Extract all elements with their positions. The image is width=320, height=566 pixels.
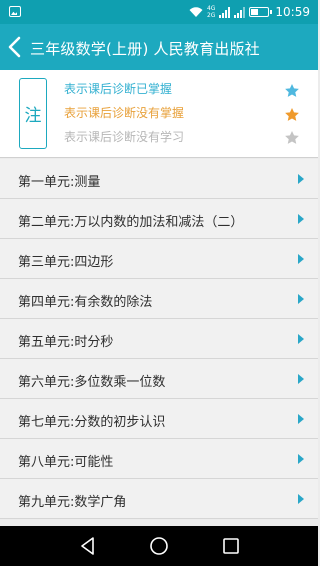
battery-fill	[251, 9, 259, 15]
app-header: 三年级数学(上册) 人民教育出版社	[0, 24, 318, 70]
unit-label: 第三单元:四边形	[18, 255, 114, 270]
chevron-right-icon	[298, 414, 304, 424]
chevron-right-icon	[298, 374, 304, 384]
unit-label: 第五单元:时分秒	[18, 335, 114, 350]
status-icons: 4G 2G 10:59	[189, 3, 310, 21]
back-chevron-icon[interactable]	[5, 35, 27, 59]
chevron-right-icon	[298, 214, 304, 224]
unit-label: 第九单元:数学广角	[18, 495, 127, 510]
list-item-unit-9[interactable]: 第九单元:数学广角	[0, 479, 318, 519]
wifi-icon	[189, 7, 203, 17]
note-badge: 注	[19, 78, 47, 149]
network-top-label: 4G	[206, 5, 216, 12]
star-blue-icon	[284, 83, 300, 99]
list-item-unit-6[interactable]: 第六单元:多位数乘一位数	[0, 359, 318, 399]
legend-not-mastered-text: 表示课后诊断没有掌握	[64, 106, 185, 120]
list-item-unit-8[interactable]: 第八单元:可能性	[0, 439, 318, 479]
unit-label: 第八单元:可能性	[18, 455, 114, 470]
unit-label: 第七单元:分数的初步认识	[18, 415, 166, 430]
recent-square-icon[interactable]	[220, 535, 242, 557]
chevron-right-icon	[298, 454, 304, 464]
chevron-right-icon	[298, 294, 304, 304]
signal-2-icon	[234, 6, 246, 18]
chevron-right-icon	[298, 174, 304, 184]
legend-mastered-text: 表示课后诊断已掌握	[64, 82, 173, 96]
unit-label: 第六单元:多位数乘一位数	[18, 375, 166, 390]
page-title: 三年级数学(上册) 人民教育出版社	[30, 40, 260, 58]
signal-icon	[219, 6, 231, 18]
network-type: 4G 2G	[207, 5, 215, 19]
unit-list: 第一单元:测量 第二单元:万以内数的加法和减法（二） 第三单元:四边形 第四单元…	[0, 159, 318, 519]
image-icon	[9, 6, 21, 17]
list-item-unit-7[interactable]: 第七单元:分数的初步认识	[0, 399, 318, 439]
battery-icon	[249, 7, 273, 17]
unit-label: 第四单元:有余数的除法	[18, 295, 153, 310]
network-bottom-label: 2G	[206, 12, 216, 19]
chevron-right-icon	[298, 334, 304, 344]
chevron-right-icon	[298, 494, 304, 504]
list-item-unit-5[interactable]: 第五单元:时分秒	[0, 319, 318, 359]
home-circle-icon[interactable]	[148, 535, 170, 557]
list-item-unit-4[interactable]: 第四单元:有余数的除法	[0, 279, 318, 319]
system-nav-bar	[0, 526, 318, 566]
list-item-unit-1[interactable]: 第一单元:测量	[0, 159, 318, 199]
star-gray-icon	[284, 130, 300, 146]
legend-panel: 注 表示课后诊断已掌握 表示课后诊断没有掌握 表示课后诊断没有学习	[0, 70, 318, 158]
unit-label: 第一单元:测量	[18, 175, 101, 190]
status-bar: 4G 2G 10:59	[0, 0, 318, 24]
list-item-unit-3[interactable]: 第三单元:四边形	[0, 239, 318, 279]
list-item-unit-2[interactable]: 第二单元:万以内数的加法和减法（二）	[0, 199, 318, 239]
clock: 10:59	[275, 5, 310, 19]
legend-not-learned-text: 表示课后诊断没有学习	[64, 130, 185, 144]
chevron-right-icon	[298, 254, 304, 264]
back-triangle-icon[interactable]	[77, 535, 99, 557]
unit-label: 第二单元:万以内数的加法和减法（二）	[18, 215, 244, 230]
star-orange-icon	[284, 107, 300, 123]
